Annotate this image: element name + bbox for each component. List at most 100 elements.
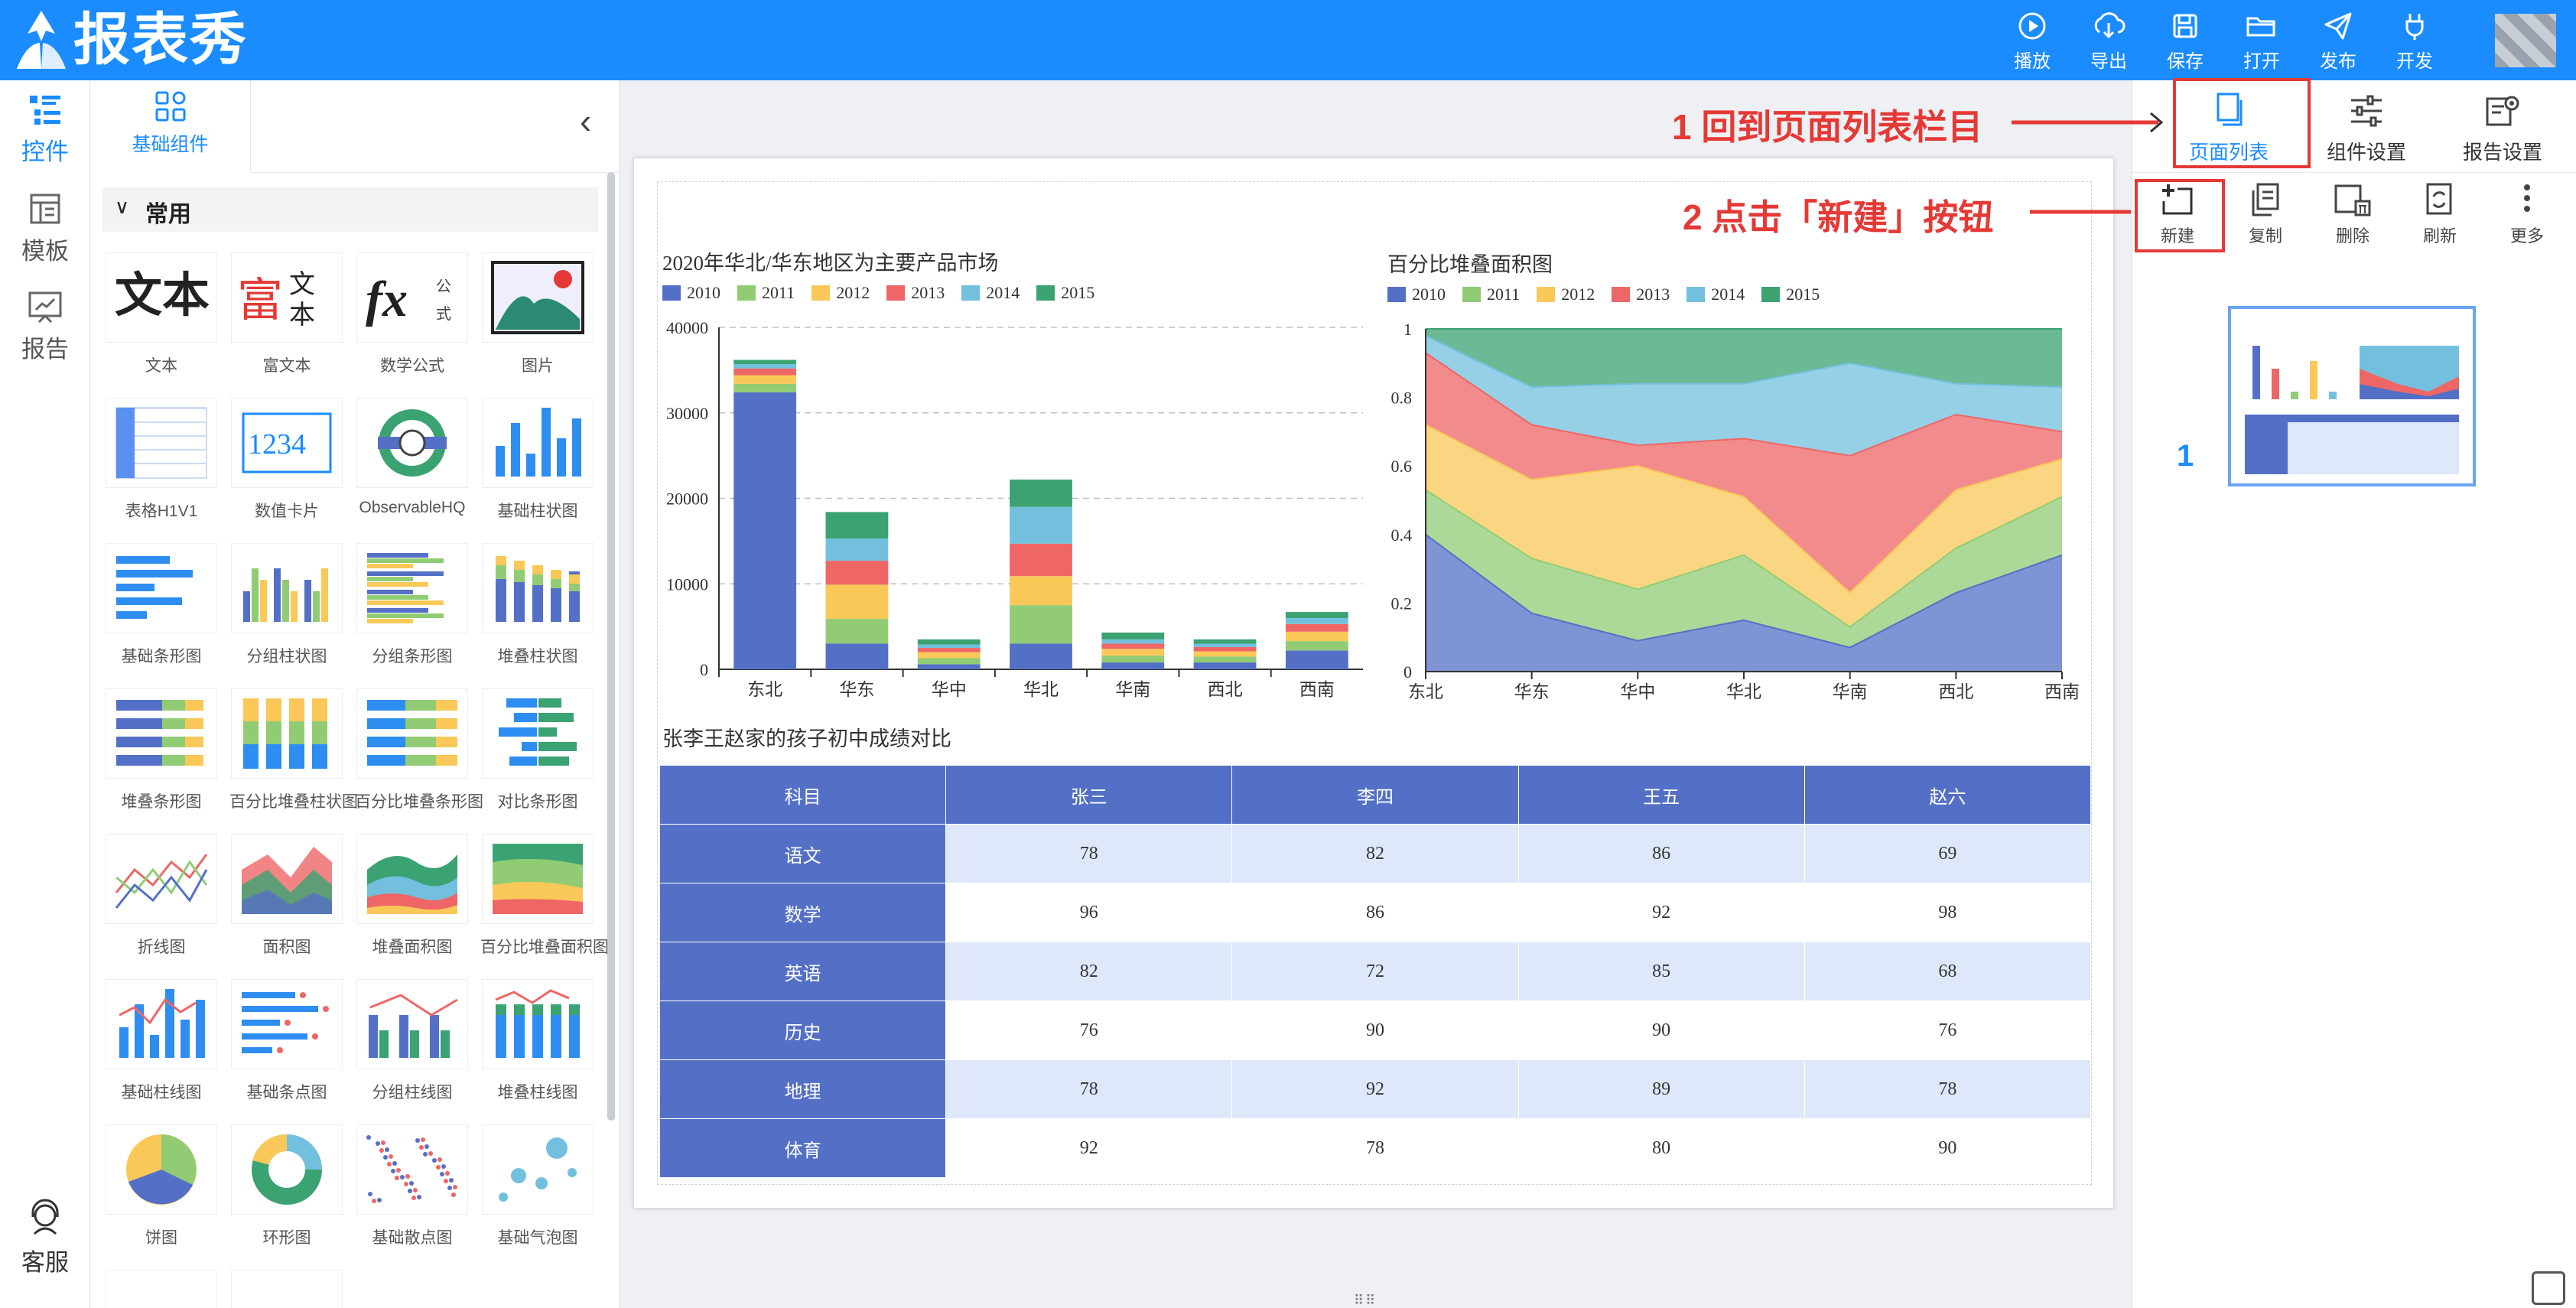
widget-image[interactable]: 图片: [480, 252, 595, 387]
play-button[interactable]: 播放: [1998, 11, 2067, 73]
nav-item-reports[interactable]: 报告: [0, 288, 90, 364]
widget-donut[interactable]: 环形图: [229, 1124, 344, 1259]
widget-grouped-bar[interactable]: 分组柱状图: [229, 543, 344, 678]
widget-percent-stacked-bar[interactable]: 百分比堆叠柱状图: [229, 688, 358, 823]
widget-stacked-bar[interactable]: 堆叠柱状图: [480, 543, 595, 678]
legend-item[interactable]: 2010: [1387, 285, 1446, 304]
widget-label: 基础柱状图: [497, 503, 578, 520]
legend-item[interactable]: 2012: [812, 283, 870, 303]
widget-text-widget[interactable]: 文本 文本: [104, 252, 219, 387]
legend-item[interactable]: 2013: [1612, 285, 1670, 304]
widget-hbar-chart[interactable]: 基础条形图: [104, 543, 219, 678]
widget-label: 数值卡片: [255, 503, 319, 520]
widget-partial[interactable]: [231, 1270, 343, 1308]
copy-page-button[interactable]: 复制: [2227, 180, 2304, 247]
nav-item-templates[interactable]: 模板: [0, 190, 90, 266]
report-settings-icon: [2486, 96, 2519, 126]
open-button[interactable]: 打开: [2227, 11, 2296, 73]
widget-rich-text[interactable]: 富文本富文本: [229, 252, 344, 387]
widget-pie[interactable]: 饼图: [104, 1124, 219, 1259]
table-cell: 92: [1517, 883, 1805, 942]
widget-area-chart[interactable]: 面积图: [229, 834, 344, 968]
widget-bar-dot[interactable]: 基础条点图: [229, 979, 344, 1114]
more-button[interactable]: 更多: [2489, 180, 2565, 247]
nav-item-widgets[interactable]: 控件: [0, 91, 90, 167]
widget-stacked-area[interactable]: 堆叠面积图: [355, 834, 470, 968]
x-tick-label: 东北: [747, 680, 782, 699]
table-row-header: 语文: [659, 824, 947, 883]
percent-stacked-area-chart[interactable]: 0 0.2 0.4 0.6 0.8 1 东北 华东 华中 华北 华南 西北 西南: [1377, 314, 2096, 711]
highlight-new-button: [2135, 179, 2225, 252]
delete-page-button[interactable]: 删除: [2314, 180, 2391, 247]
widget-formula[interactable]: fx 公式数学公式: [355, 252, 470, 387]
table-header-cell: 李四: [1231, 765, 1519, 825]
legend-item[interactable]: 2011: [737, 283, 795, 303]
legend-item[interactable]: 2011: [1462, 285, 1520, 304]
stacked-bar-chart[interactable]: 0 10000 20000 30000 40000 东北 华东 华中 华北 华南 西北 西南: [659, 314, 1371, 711]
legend-item[interactable]: 2013: [886, 283, 945, 303]
widget-number-card[interactable]: 1234 数值卡片: [229, 398, 344, 532]
widget-grouped-hbar[interactable]: 分组条形图: [355, 543, 470, 678]
tab-basic-components[interactable]: 基础组件: [90, 80, 251, 172]
legend-item[interactable]: 2014: [1686, 285, 1745, 304]
widget-partial[interactable]: [106, 1270, 217, 1308]
widget-observable[interactable]: ObservableHQ: [355, 398, 470, 532]
avatar[interactable]: [2495, 14, 2556, 67]
save-button[interactable]: 保存: [2151, 11, 2220, 73]
resize-grip-icon[interactable]: ⠿⠿: [1354, 1293, 1392, 1308]
legend-item[interactable]: 2010: [662, 283, 720, 303]
refresh-page-button[interactable]: 刷新: [2402, 180, 2478, 247]
headset-icon: [31, 1199, 59, 1235]
widget-percent-stacked-hbar[interactable]: 百分比堆叠条形图: [355, 688, 483, 823]
legend-item[interactable]: 2014: [961, 283, 1020, 303]
legend-label: 2012: [836, 283, 870, 302]
publish-button[interactable]: 发布: [2304, 11, 2373, 73]
develop-button[interactable]: 开发: [2380, 11, 2449, 73]
legend-swatch: [961, 285, 981, 301]
bar-chart-legend: 2010 2011 2012 2013 2014 2015: [662, 283, 1094, 303]
bar-segment: [917, 664, 981, 669]
page-thumbnail[interactable]: [2228, 306, 2476, 486]
tab-report-settings[interactable]: 报告设置: [2437, 80, 2568, 172]
widget-label: 图片: [522, 357, 554, 375]
widget-bar-line[interactable]: 基础柱线图: [104, 979, 219, 1114]
customer-service-button[interactable]: 客服: [0, 1199, 90, 1277]
y-tick-label: 0.8: [1391, 389, 1413, 408]
widget-scatter[interactable]: 基础散点图: [355, 1124, 470, 1259]
widget-compare-hbar[interactable]: 对比条形图: [480, 688, 595, 823]
legend-item[interactable]: 2012: [1537, 285, 1595, 304]
top-bar: 报表秀 播放 导出 保存 打开 发布 开发: [0, 0, 2576, 80]
widget-label: 基础柱线图: [121, 1084, 202, 1101]
legend-item[interactable]: 2015: [1761, 285, 1820, 304]
legend-swatch: [1537, 287, 1556, 302]
bar-segment: [825, 561, 889, 585]
widget-bubble[interactable]: 基础气泡图: [480, 1124, 595, 1259]
widget-stacked-bar-line[interactable]: 堆叠柱线图: [480, 979, 595, 1114]
widget-grouped-bar-line[interactable]: 分组柱线图: [355, 979, 470, 1114]
save-icon: [2173, 14, 2197, 38]
svg-text:文: 文: [289, 270, 315, 299]
bar-segment: [917, 658, 981, 665]
chevron-down-icon[interactable]: ∨: [115, 195, 129, 219]
export-button[interactable]: 导出: [2074, 11, 2143, 73]
tab-component-settings[interactable]: 组件设置: [2301, 80, 2432, 172]
widget-percent-area[interactable]: 百分比堆叠面积图: [480, 834, 609, 968]
widget-line-chart[interactable]: 折线图: [104, 834, 219, 968]
panel-scrollbar[interactable]: [607, 172, 615, 1121]
export-label: 导出: [2090, 51, 2127, 72]
delete-label: 删除: [2335, 226, 2369, 246]
score-table[interactable]: 科目 张三 李四 王五 赵六 语文 78 82 86 69 数学 96 86 92 98 英语 82 72 85 6…: [659, 765, 2092, 1178]
widget-table[interactable]: 表格H1V1: [104, 398, 219, 532]
x-tick-label: 华北: [1023, 680, 1059, 699]
expand-icon[interactable]: [2532, 1271, 2565, 1305]
widget-label: 基础条形图: [121, 648, 202, 665]
table-cell: 76: [945, 1001, 1233, 1060]
table-cell: 89: [1517, 1059, 1805, 1119]
collapse-panel-chevron-icon[interactable]: ‹: [580, 100, 591, 142]
legend-item[interactable]: 2015: [1036, 283, 1094, 303]
widget-bar-chart[interactable]: 基础柱状图: [480, 398, 595, 532]
widget-stacked-hbar[interactable]: 堆叠条形图: [104, 688, 219, 823]
y-tick-label: 0.4: [1391, 525, 1413, 545]
divider: [251, 172, 620, 173]
bar-segment: [1010, 506, 1072, 544]
